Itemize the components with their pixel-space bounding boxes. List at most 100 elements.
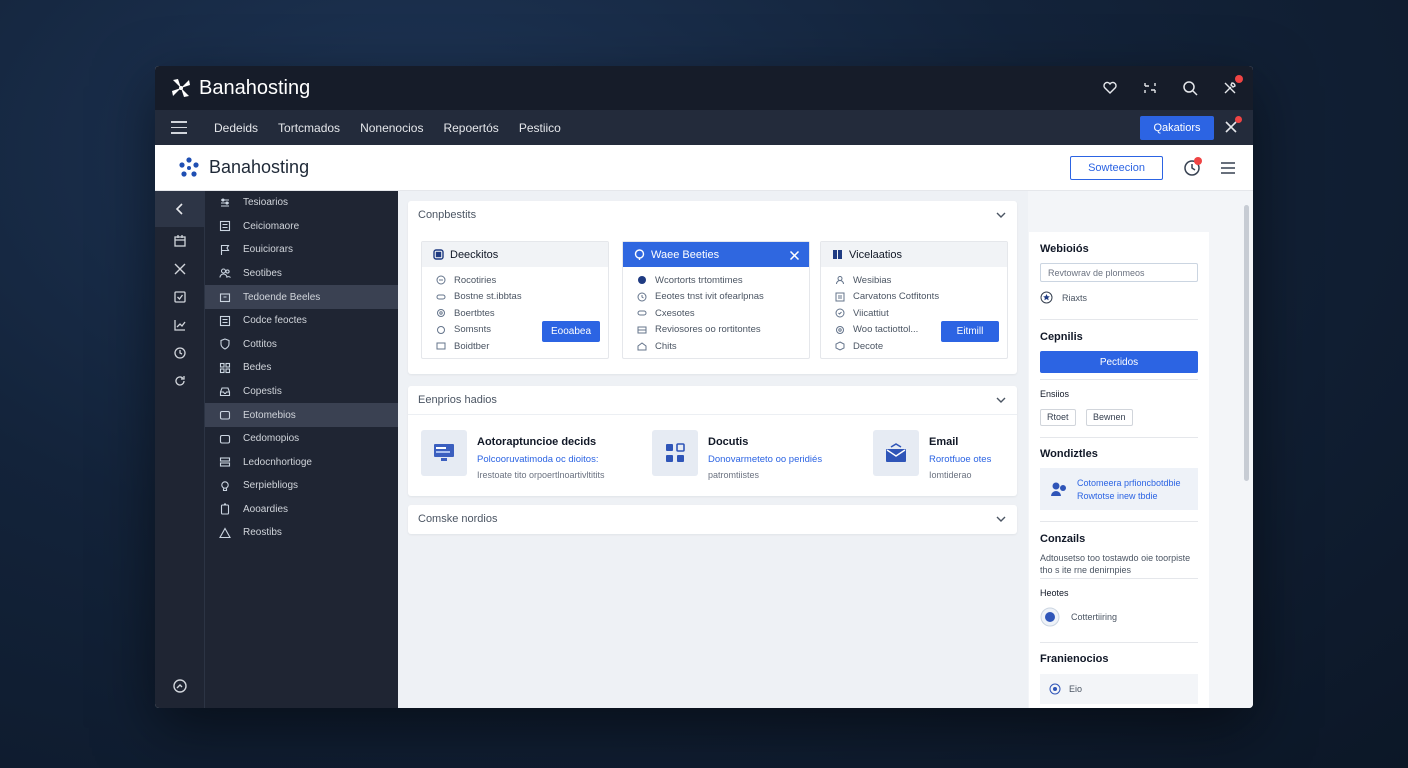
close-icon[interactable] [1223,116,1242,135]
compass-icon [436,275,446,285]
sidebar-item[interactable]: Copestis [205,380,398,404]
sidebar-item[interactable]: Serpiebliogs [205,474,398,498]
primary-button[interactable]: Pectidos [1040,351,1198,373]
list-item[interactable]: Eio [1040,674,1198,704]
card-row: Viicattiut [853,307,889,319]
card-waee-beeties[interactable]: Waee Beeties Wcortorts trtomtimes Eeotes… [622,241,810,359]
panel-collapsed: Comske nordios [408,505,1017,534]
card-row: Eeotes tnst ivit ofearlpnas [655,291,764,303]
nav-item[interactable]: Repoertós [443,121,498,135]
menu-icon[interactable] [171,121,187,134]
card-row: Wesibias [853,274,892,286]
gear-icon [436,308,446,318]
mail-icon [873,430,919,476]
websites-section: Webioiós Revtowrav de plonmeos Riaxts [1040,232,1198,320]
feature-item[interactable]: Docutis Donovarmeteto oo peridiés patrom… [652,430,822,480]
card-deeckitos[interactable]: Deeckitos Rocotiries Bostne st.ibbtas Bo… [421,241,609,359]
feature-link[interactable]: Rorotfuoe otes [929,454,991,465]
menu-icon[interactable] [1219,159,1237,177]
card-row: Wcortorts trtomtimes [655,274,743,286]
chart-icon[interactable] [155,311,205,339]
feature-subtitle: patromtiistes [708,470,760,480]
sidebar-item-label: Serpiebliogs [243,480,299,492]
star-icon[interactable] [1040,291,1053,304]
app-logo[interactable]: Banahosting [169,76,310,100]
contails-section: Conzails Adtousetso too tostawdo oie too… [1040,522,1198,579]
info-line: Rowtotse inew tbdie [1077,490,1158,501]
sidebar-item[interactable]: Tedoende Beeles [205,285,398,309]
panel-title: Conpbestits [418,209,477,221]
radio-icon[interactable] [1040,607,1060,627]
sidebar-item-label: Aooardies [243,503,289,515]
home-icon [637,341,647,351]
tag[interactable]: Bewnen [1085,408,1133,426]
sidebar-item[interactable]: Cedomopios [205,427,398,451]
clock-icon[interactable] [155,339,205,367]
share-icon[interactable] [1141,79,1159,97]
feature-item[interactable]: Aotoraptuncioe decids Polcooruvatimoda o… [421,430,605,480]
tools-icon[interactable] [1221,75,1243,97]
sidebar-item[interactable]: Bedes [205,356,398,380]
feature-link[interactable]: Polcooruvatimoda oc dioitos: [477,454,605,465]
brand-logo-icon [179,156,199,177]
sidebar-item[interactable]: Eotomebios [205,403,398,427]
checkbox-icon[interactable] [155,283,205,311]
panel-header[interactable]: Eenprios hadios [408,386,1017,414]
franienocios-section: Franienocios Eio [1040,643,1198,704]
refresh-icon[interactable] [155,367,205,395]
sidebar-item[interactable]: Seotibes [205,262,398,286]
card-button[interactable]: Eooabea [542,321,600,342]
archive-icon [219,291,231,303]
scrollbar[interactable] [1239,191,1253,708]
clock-icon[interactable] [1183,157,1202,177]
nav-item[interactable]: Pestiico [519,121,561,135]
bulb-icon [219,480,231,492]
card-row: Woo tactiottol... [853,324,919,336]
card-vicelaatios[interactable]: Vicelaatios Wesibias Carvatons Cotfitont… [820,241,1008,359]
option-label: Eio [1069,684,1083,694]
card-button[interactable]: Eitmill [941,321,999,342]
nav-item[interactable]: Tortcmados [278,121,340,135]
sidebar-item[interactable]: Ledocnhortioge [205,451,398,475]
sidebar-item[interactable]: Codce feoctes [205,309,398,333]
nav-item[interactable]: Nonenocios [360,121,423,135]
scrollbar-thumb[interactable] [1244,205,1249,481]
settings-icon[interactable] [155,678,205,694]
close-icon[interactable] [155,255,205,283]
sidebar-item[interactable]: Cottitos [205,333,398,357]
sidebar-item[interactable]: Aooardies [205,498,398,522]
notification-dot [1194,157,1202,165]
header-outline-button[interactable]: Sowteecion [1070,156,1163,180]
sidebar-item[interactable]: Reostibs [205,521,398,545]
feature-link[interactable]: Donovarmeteto oo peridiés [708,454,822,465]
square-icon [432,249,444,261]
card-row: Cxesotes [655,307,695,319]
nav-primary-button[interactable]: Qakatiors [1140,116,1214,140]
chevron-down-icon[interactable] [995,394,1007,406]
brand[interactable]: Banahosting [177,156,309,180]
target-icon [1049,683,1061,695]
box-icon [436,341,446,351]
feature-title: Email [929,436,959,448]
flag-icon [219,244,231,256]
search-icon[interactable] [1181,79,1199,97]
feature-title: Aotoraptuncioe decids [477,436,597,448]
nav-item[interactable]: Dedeids [214,121,258,135]
cepnilis-section: Cepnilis Pectidos [1040,320,1198,380]
calendar-icon[interactable] [155,227,205,255]
sidebar-item[interactable]: Ceiciomaore [205,215,398,239]
panel-header[interactable]: Conpbestits [408,201,1017,229]
sidebar-item[interactable]: Eouiciorars [205,238,398,262]
search-input[interactable]: Revtowrav de plonmeos [1040,263,1198,282]
sidebar-item[interactable]: Tesioarios [205,191,398,215]
tag[interactable]: Rtoet [1040,408,1076,426]
info-box[interactable]: Cotomeera prfioncbotdbie Rowtotse inew t… [1040,468,1198,510]
back-icon[interactable] [155,191,205,227]
feature-item[interactable]: Email Rorotfuoe otes Iomtiderao [873,430,991,480]
heart-icon[interactable] [1101,79,1119,97]
chevron-down-icon[interactable] [995,513,1007,525]
close-icon[interactable] [789,248,801,261]
brand-name: Banahosting [209,157,310,177]
panel-header[interactable]: Comske nordios [408,505,1017,533]
chevron-down-icon[interactable] [995,209,1007,221]
